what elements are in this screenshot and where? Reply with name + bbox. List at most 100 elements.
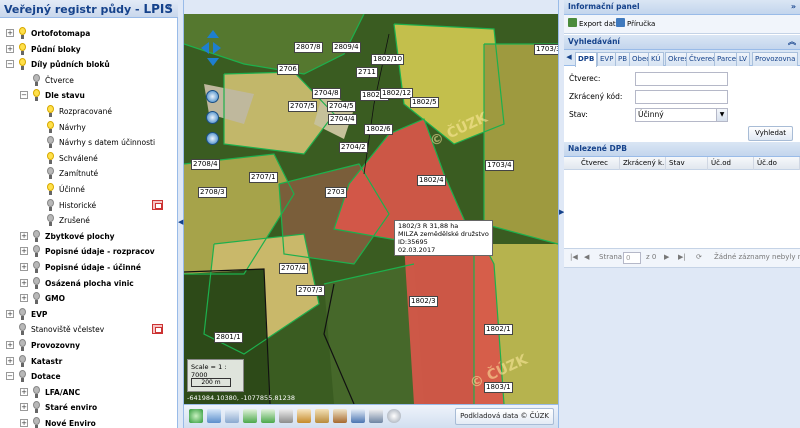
tree-item[interactable]: Účinné: [0, 182, 177, 197]
kod-input[interactable]: [635, 90, 728, 104]
parcel-label[interactable]: 2707/4: [279, 263, 308, 274]
lightbulb-icon[interactable]: [32, 73, 41, 87]
identify-icon[interactable]: [351, 409, 365, 423]
area-icon[interactable]: [297, 409, 311, 423]
tree-item[interactable]: + Popisné údaje - rozpracov: [0, 244, 177, 259]
tree-item[interactable]: + Staré enviro: [0, 400, 177, 415]
page-input[interactable]: 0: [623, 252, 641, 264]
column-header[interactable]: Stav: [666, 157, 708, 170]
tree-item[interactable]: + Katastr: [0, 354, 177, 369]
column-header[interactable]: Úč.od: [708, 157, 754, 170]
pan-up-icon[interactable]: [207, 30, 219, 38]
help-icon[interactable]: [387, 409, 401, 423]
parcel-label[interactable]: 2703: [325, 187, 347, 198]
parcel-label[interactable]: 2708/4: [191, 159, 220, 170]
lightbulb-icon[interactable]: [18, 27, 27, 40]
tree-item[interactable]: + LFA/ANC: [0, 385, 177, 400]
parcel-label[interactable]: 1802/1: [484, 324, 513, 335]
zoom-out-icon[interactable]: [206, 132, 219, 145]
tree-item[interactable]: + Osázená plocha vinic: [0, 276, 177, 291]
tab-8[interactable]: LV: [736, 52, 750, 66]
lightbulb-icon[interactable]: [32, 245, 41, 258]
lightbulb-icon[interactable]: [46, 198, 55, 212]
measure-icon[interactable]: [279, 409, 293, 423]
pan-left-icon[interactable]: [201, 42, 209, 54]
basemap-button[interactable]: Podkladová data © ČÚZK: [455, 408, 554, 425]
expand-icon[interactable]: +: [20, 294, 28, 303]
lightbulb-icon[interactable]: [46, 167, 55, 180]
expand-icon[interactable]: +: [6, 29, 14, 37]
tree-item[interactable]: Historické: [0, 198, 177, 213]
lightbulb-icon[interactable]: [18, 370, 27, 383]
layers-icon[interactable]: [315, 409, 329, 423]
legend-icon[interactable]: [152, 199, 163, 210]
back-icon[interactable]: [243, 409, 257, 423]
tree-item[interactable]: Návrhy s datem účinnosti: [0, 135, 177, 150]
export-button[interactable]: Export dat: [568, 17, 616, 32]
zoom-in-icon[interactable]: [206, 90, 219, 103]
tree-item[interactable]: + EVP: [0, 307, 177, 322]
tab-2[interactable]: PB: [615, 52, 631, 66]
lightbulb-icon[interactable]: [18, 339, 27, 352]
lightbulb-icon[interactable]: [32, 401, 41, 414]
zoom-world-icon[interactable]: [206, 111, 219, 124]
pan-right-icon[interactable]: [213, 42, 221, 54]
next-page-icon[interactable]: ▶: [664, 253, 669, 261]
expand-icon[interactable]: +: [20, 231, 28, 240]
parcel-label[interactable]: 2807/8: [294, 42, 323, 53]
expand-icon[interactable]: +: [20, 247, 28, 256]
parcel-label[interactable]: 1802/3: [409, 296, 438, 307]
tab-9[interactable]: Provozovna: [752, 52, 799, 66]
refresh-icon[interactable]: [189, 409, 203, 423]
column-header[interactable]: Úč.do: [754, 157, 800, 170]
column-header[interactable]: Čtverec: [578, 157, 620, 170]
parcel-label[interactable]: 2704/2: [339, 142, 368, 153]
collapse-left-icon[interactable]: «: [164, 3, 175, 14]
collapse-icon[interactable]: −: [6, 60, 14, 69]
parcel-label[interactable]: 1802/5: [410, 97, 439, 108]
tree-item[interactable]: Schválené: [0, 151, 177, 166]
tree-item[interactable]: − Dle stavu: [0, 88, 177, 103]
tree-item[interactable]: + GMO: [0, 291, 177, 306]
lightbulb-icon[interactable]: [32, 229, 41, 243]
map-view-icon[interactable]: [207, 409, 221, 423]
tree-item[interactable]: Čtverce: [0, 73, 177, 88]
expand-icon[interactable]: +: [6, 309, 14, 318]
zoom-box-icon[interactable]: [225, 409, 239, 423]
tree-item[interactable]: Zrušené: [0, 213, 177, 228]
parcel-label[interactable]: 2809/4: [332, 42, 361, 53]
parcel-label[interactable]: 2801/1: [214, 332, 243, 343]
lightbulb-icon[interactable]: [32, 276, 41, 290]
expand-icon[interactable]: +: [20, 263, 28, 271]
parcel-label[interactable]: 2707/1: [249, 172, 278, 183]
parcel-label[interactable]: 2707/5: [288, 101, 317, 112]
parcel-label[interactable]: 1802/12: [380, 88, 414, 99]
lightbulb-icon[interactable]: [32, 89, 41, 102]
pan-control[interactable]: [201, 30, 223, 80]
parcel-label[interactable]: 1802/4: [417, 175, 446, 186]
forward-icon[interactable]: [261, 409, 275, 423]
expand-icon[interactable]: +: [6, 341, 14, 349]
lightbulb-icon[interactable]: [32, 385, 41, 399]
tab-4[interactable]: KÚ: [648, 52, 664, 66]
manual-button[interactable]: Příručka: [616, 17, 655, 32]
column-header[interactable]: Zkrácený k...: [620, 157, 666, 170]
refresh-grid-icon[interactable]: ⟳: [696, 253, 702, 261]
parcel-label[interactable]: 1703/3: [534, 44, 558, 55]
first-page-icon[interactable]: |◀: [570, 253, 578, 261]
parcel-label[interactable]: 1802/10: [371, 54, 405, 65]
parcel-label[interactable]: 1802/6: [364, 124, 393, 135]
parcel-label[interactable]: 2704/4: [328, 114, 357, 125]
map-view[interactable]: 2807/8 2809/4 1802/10 1703/3 2706 2711 2704/8 1…: [184, 14, 558, 404]
lightbulb-icon[interactable]: [32, 417, 41, 428]
collapse-icon[interactable]: −: [6, 372, 14, 381]
tab-scroll-left-icon[interactable]: ◀: [565, 53, 573, 63]
lightbulb-icon[interactable]: [18, 323, 27, 336]
lightbulb-icon[interactable]: [32, 292, 41, 305]
collapse-up-icon[interactable]: ︽: [788, 35, 796, 49]
expand-icon[interactable]: +: [6, 44, 14, 53]
tree-item[interactable]: + Zbytkové plochy: [0, 229, 177, 244]
legend-icon[interactable]: [152, 324, 163, 335]
tree-item[interactable]: Stanoviště včelstev: [0, 322, 177, 337]
lightbulb-icon[interactable]: [18, 42, 27, 56]
